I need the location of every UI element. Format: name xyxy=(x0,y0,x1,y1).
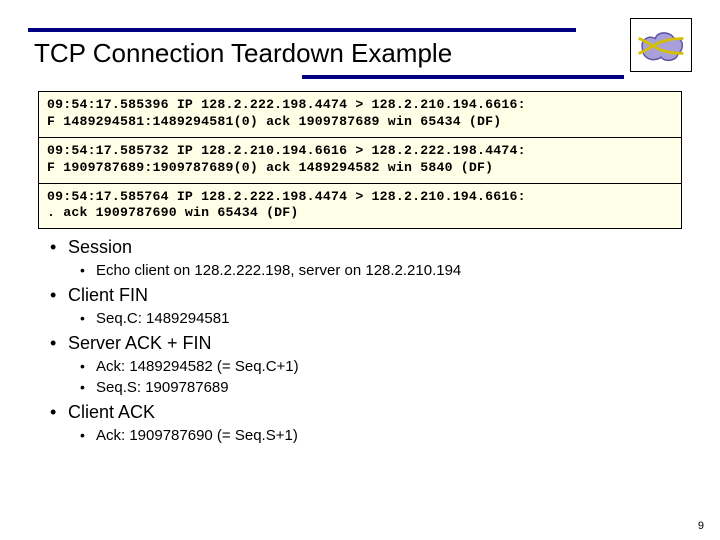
under-rule xyxy=(28,75,624,79)
bullet-session: Session xyxy=(46,237,682,258)
packet-3-line-1: 09:54:17.585764 IP 128.2.222.198.4474 > … xyxy=(47,189,673,206)
bullet-client-ack-text: Client ACK xyxy=(68,402,155,422)
packet-2: 09:54:17.585732 IP 128.2.210.194.6616 > … xyxy=(39,137,681,183)
bullet-client-fin: Client FIN xyxy=(46,285,682,306)
bullet-server-ack-fin-sub-1: Ack: 1489294582 (= Seq.C+1) xyxy=(74,358,682,375)
packet-3: 09:54:17.585764 IP 128.2.222.198.4474 > … xyxy=(39,183,681,229)
packet-3-line-2: . ack 1909787690 win 65434 (DF) xyxy=(47,205,673,222)
bullet-server-ack-fin-sub-2: Seq.S: 1909787689 xyxy=(74,379,682,396)
packet-1-line-2: F 1489294581:1489294581(0) ack 190978768… xyxy=(47,114,673,131)
packet-1-line-1: 09:54:17.585396 IP 128.2.222.198.4474 > … xyxy=(47,97,673,114)
packet-capture-box: 09:54:17.585396 IP 128.2.222.198.4474 > … xyxy=(38,91,682,229)
bullet-client-fin-text: Client FIN xyxy=(68,285,148,305)
logo-icon xyxy=(630,18,692,72)
page-number: 9 xyxy=(698,520,704,532)
bullet-session-text: Session xyxy=(68,237,132,257)
packet-1: 09:54:17.585396 IP 128.2.222.198.4474 > … xyxy=(39,92,681,137)
packet-2-line-2: F 1909787689:1909787689(0) ack 148929458… xyxy=(47,160,673,177)
bullet-client-ack: Client ACK xyxy=(46,402,682,423)
title-row: TCP Connection Teardown Example xyxy=(28,18,692,79)
title-block: TCP Connection Teardown Example xyxy=(28,18,624,79)
bullet-server-ack-fin-text: Server ACK + FIN xyxy=(68,333,212,353)
packet-2-line-1: 09:54:17.585732 IP 128.2.210.194.6616 > … xyxy=(47,143,673,160)
bullet-session-sub-1: Echo client on 128.2.222.198, server on … xyxy=(74,262,682,279)
bullet-client-ack-sub-1: Ack: 1909787690 (= Seq.S+1) xyxy=(74,427,682,444)
bullet-list: Session Echo client on 128.2.222.198, se… xyxy=(46,237,682,444)
slide-title: TCP Connection Teardown Example xyxy=(28,38,624,69)
slide: TCP Connection Teardown Example 09:54:17… xyxy=(0,0,720,540)
top-rule xyxy=(28,28,576,32)
bullet-server-ack-fin: Server ACK + FIN xyxy=(46,333,682,354)
bullet-client-fin-sub-1: Seq.C: 1489294581 xyxy=(74,310,682,327)
